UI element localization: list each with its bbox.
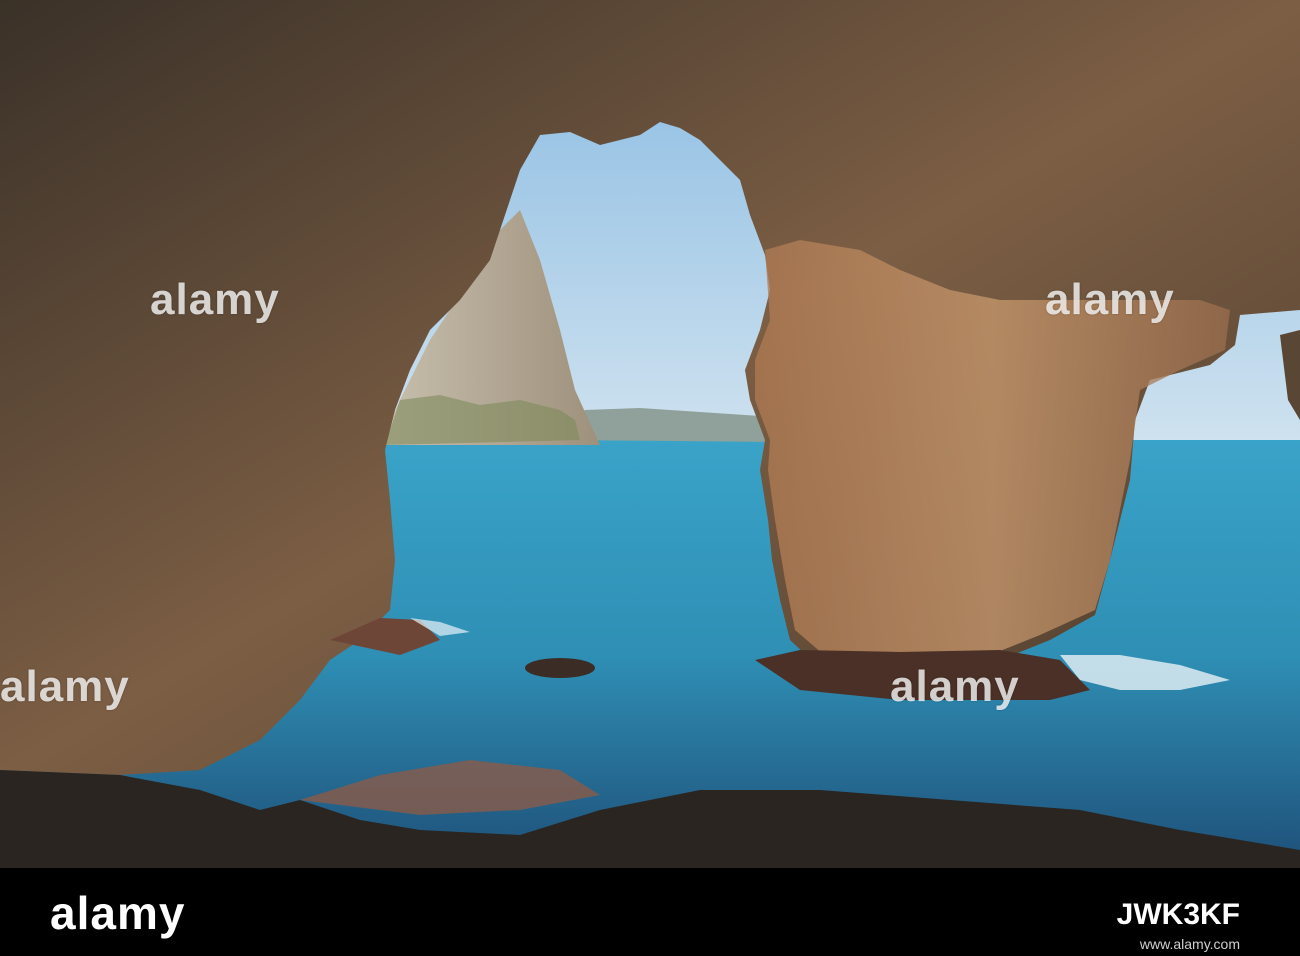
image-id: JWK3KF: [1116, 898, 1240, 931]
alamy-logo: alamy: [50, 887, 186, 939]
watermark-text: alamy: [0, 662, 130, 711]
photo-scene: alamy alamy alamy alamy: [0, 0, 1300, 868]
watermark-text: alamy: [150, 275, 280, 324]
water-rock: [525, 658, 595, 678]
footer-bar: alamy JWK3KF www.alamy.com: [0, 868, 1300, 956]
watermark-text: alamy: [1045, 275, 1175, 324]
watermark-text: alamy: [890, 662, 1020, 711]
site-url: www.alamy.com: [1139, 936, 1240, 952]
sea-cave-photo: [0, 0, 1300, 868]
